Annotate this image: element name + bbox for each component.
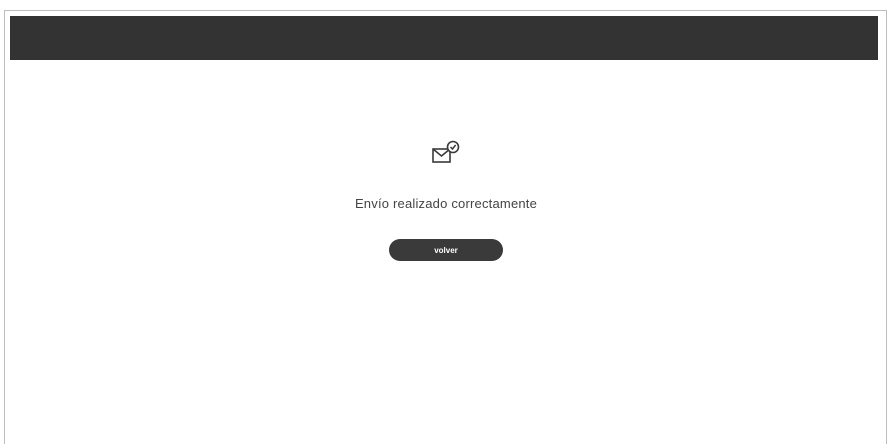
envelope-check-icon <box>432 140 460 163</box>
top-bar <box>10 16 878 60</box>
confirmation-panel: Envío realizado correctamente volver <box>0 140 892 261</box>
confirmation-message: Envío realizado correctamente <box>354 196 538 211</box>
back-button[interactable]: volver <box>389 239 503 261</box>
